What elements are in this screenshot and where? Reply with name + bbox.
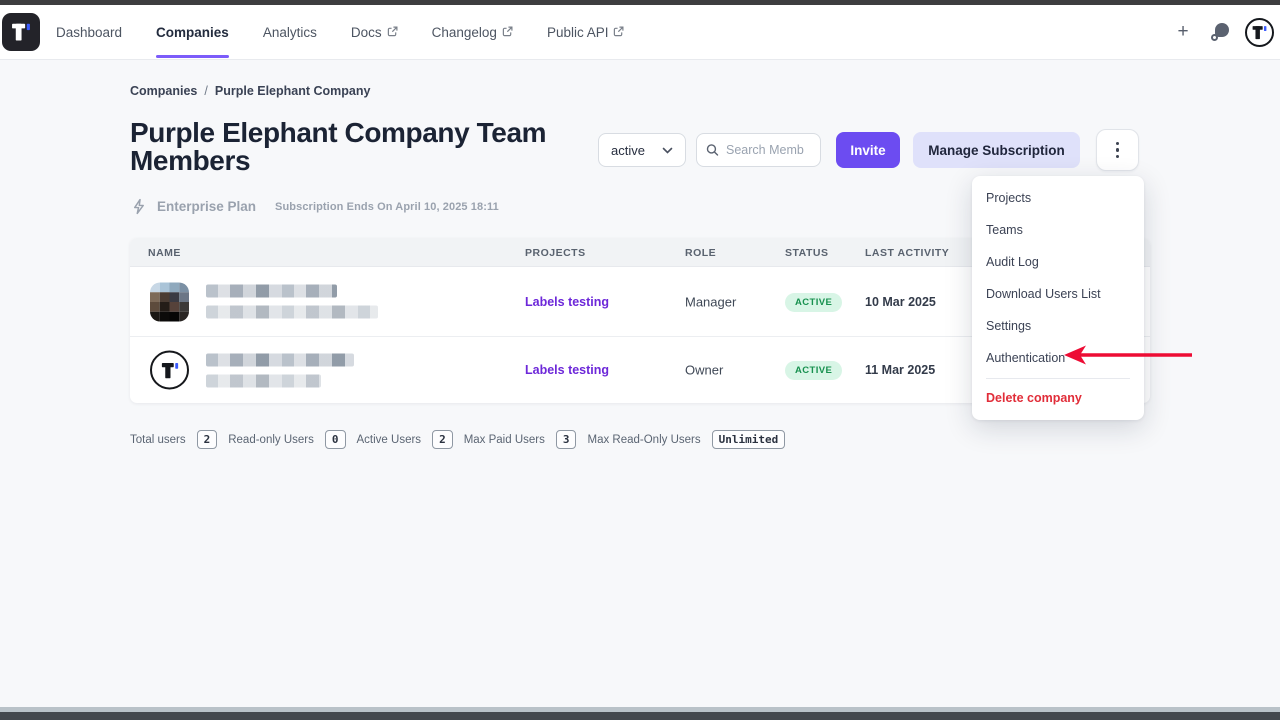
nav-label: Dashboard — [56, 25, 122, 40]
invite-button[interactable]: Invite — [836, 132, 900, 168]
search-icon — [706, 143, 719, 157]
status-filter-select[interactable]: active — [598, 133, 686, 167]
primary-nav: Dashboard Companies Analytics Docs Chang… — [56, 5, 624, 59]
nav-label: Companies — [156, 25, 229, 40]
chevron-down-icon — [662, 147, 673, 154]
search-members-input[interactable] — [726, 143, 811, 157]
avatar-t-icon — [160, 360, 180, 380]
user-avatar[interactable] — [1245, 18, 1274, 47]
page-title: Purple Elephant Company Team Members — [130, 119, 650, 175]
nav-item-docs[interactable]: Docs — [351, 5, 398, 59]
external-link-icon — [502, 26, 513, 37]
menu-item-projects[interactable]: Projects — [972, 182, 1144, 214]
kebab-dot — [1116, 148, 1120, 152]
redacted-text-block — [206, 285, 378, 319]
menu-item-authentication[interactable]: Authentication — [972, 342, 1144, 374]
column-header-last-activity: LAST ACTIVITY — [865, 247, 949, 259]
lightning-icon — [131, 198, 148, 215]
member-role: Owner — [685, 363, 723, 378]
nav-right-actions: + — [1171, 5, 1274, 59]
company-context-menu: Projects Teams Audit Log Download Users … — [972, 176, 1144, 420]
nav-label: Changelog — [432, 25, 497, 40]
top-navigation: Dashboard Companies Analytics Docs Chang… — [0, 5, 1280, 60]
menu-item-teams[interactable]: Teams — [972, 214, 1144, 246]
nav-label: Docs — [351, 25, 382, 40]
plan-name: Enterprise Plan — [157, 199, 256, 214]
member-avatar-redacted — [150, 282, 189, 321]
breadcrumb-current: Purple Elephant Company — [215, 84, 371, 98]
nav-item-dashboard[interactable]: Dashboard — [56, 5, 122, 59]
redacted-name — [206, 353, 354, 366]
breadcrumb-separator: / — [204, 84, 207, 98]
menu-item-settings[interactable]: Settings — [972, 310, 1144, 342]
menu-item-download-users-list[interactable]: Download Users List — [972, 278, 1144, 310]
window-chrome-bottom — [0, 712, 1280, 720]
external-link-icon — [387, 26, 398, 37]
stat-value-active-users: 2 — [432, 430, 453, 449]
stat-value-readonly-users: 0 — [325, 430, 346, 449]
filter-selected-value: active — [611, 143, 645, 158]
member-name-cell — [150, 351, 354, 390]
member-role: Manager — [685, 294, 736, 309]
redacted-text-block — [206, 353, 354, 387]
nav-label: Analytics — [263, 25, 317, 40]
last-activity-date: 10 Mar 2025 — [865, 295, 936, 309]
stat-label-total-users: Total users — [130, 434, 186, 446]
manage-subscription-button[interactable]: Manage Subscription — [913, 132, 1080, 168]
feed-icon[interactable] — [1210, 22, 1230, 42]
project-link[interactable]: Labels testing — [525, 295, 609, 309]
kebab-menu-button[interactable] — [1096, 129, 1139, 171]
user-stats-row: Total users 2 Read-only Users 0 Active U… — [130, 430, 785, 449]
stat-value-max-readonly-users: Unlimited — [712, 430, 786, 449]
menu-divider — [986, 378, 1130, 379]
member-avatar-logo — [150, 351, 189, 390]
last-activity-date: 11 Mar 2025 — [865, 363, 935, 377]
nav-label: Public API — [547, 25, 609, 40]
menu-item-audit-log[interactable]: Audit Log — [972, 246, 1144, 278]
redacted-email — [206, 306, 378, 319]
subscription-end-note: Subscription Ends On April 10, 2025 18:1… — [275, 201, 499, 213]
search-members-box — [696, 133, 821, 167]
stat-value-total-users: 2 — [197, 430, 218, 449]
plus-icon[interactable]: + — [1171, 21, 1195, 43]
app-window: Dashboard Companies Analytics Docs Chang… — [0, 0, 1280, 720]
kebab-dot — [1116, 155, 1120, 159]
column-header-status: STATUS — [785, 247, 828, 259]
pixelated-avatar-image — [150, 282, 189, 321]
status-badge: ACTIVE — [785, 293, 842, 312]
column-header-role: ROLE — [685, 247, 716, 259]
member-name-cell — [150, 282, 378, 321]
stat-label-max-paid-users: Max Paid Users — [464, 434, 545, 446]
feed-icon-ring — [1211, 34, 1218, 41]
column-header-projects: PROJECTS — [525, 247, 586, 259]
stat-label-active-users: Active Users — [357, 434, 422, 446]
app-logo[interactable] — [2, 13, 40, 51]
breadcrumb: Companies / Purple Elephant Company — [130, 84, 370, 98]
stat-label-max-readonly-users: Max Read-Only Users — [587, 434, 700, 446]
stat-label-readonly-users: Read-only Users — [228, 434, 314, 446]
column-header-name: NAME — [148, 247, 181, 259]
avatar-t-icon — [1251, 24, 1268, 41]
logo-t-icon — [10, 21, 32, 43]
nav-item-analytics[interactable]: Analytics — [263, 5, 317, 59]
nav-item-companies[interactable]: Companies — [156, 5, 229, 59]
redacted-email — [206, 374, 321, 387]
plan-info: Enterprise Plan Subscription Ends On Apr… — [131, 198, 499, 215]
status-badge: ACTIVE — [785, 361, 842, 380]
nav-item-public-api[interactable]: Public API — [547, 5, 625, 59]
nav-item-changelog[interactable]: Changelog — [432, 5, 513, 59]
kebab-dot — [1116, 142, 1120, 146]
project-link[interactable]: Labels testing — [525, 363, 609, 377]
stat-value-max-paid-users: 3 — [556, 430, 577, 449]
external-link-icon — [613, 26, 624, 37]
redacted-name — [206, 285, 337, 298]
menu-item-delete-company[interactable]: Delete company — [972, 382, 1144, 414]
breadcrumb-companies[interactable]: Companies — [130, 84, 197, 98]
